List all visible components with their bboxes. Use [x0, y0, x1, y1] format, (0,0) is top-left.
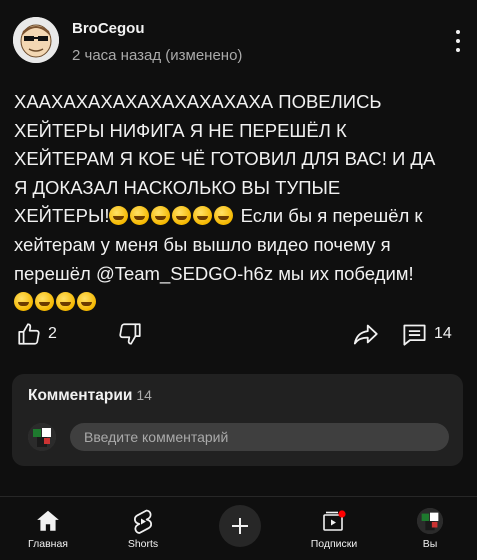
plus-icon [232, 518, 248, 534]
thumbs-up-icon [18, 323, 40, 345]
laughing-emoji-icon [14, 292, 33, 312]
thumbs-down-icon [119, 323, 141, 345]
nav-shorts[interactable]: Shorts [103, 497, 183, 560]
laughing-emoji-icon [77, 292, 96, 312]
post-line: ХААХАХАХАХАХАХАХАХАХА ПОВЕЛИСЬ [14, 91, 382, 112]
post-line: Я ДОКАЗАЛ НАСКОЛЬКО ВЫ ТУПЫЕ [14, 176, 341, 198]
author-avatar[interactable] [13, 17, 59, 63]
comment-icon [403, 324, 426, 346]
laughing-emoji-icon [172, 206, 192, 226]
share-icon [353, 324, 378, 344]
post-actions: 2 14 [0, 316, 477, 352]
comment-count: 14 [434, 325, 452, 342]
post-line: хейтерам у меня бы вышло видео почему я [14, 233, 391, 255]
share-button[interactable] [352, 316, 379, 352]
post-line: перешёл @Team_SEDGO-h6z мы их победим! [14, 262, 414, 284]
post-line: ХЕЙТЕРЫ НИФИГА Я НЕ ПЕРЕШЁЛ К [14, 119, 347, 141]
shorts-icon [134, 509, 152, 534]
laughing-emoji-icon [56, 292, 75, 312]
post-text-fragment: ХЕЙТЕРЫ! [14, 205, 110, 227]
comments-title: Комментарии [28, 387, 133, 404]
post-text-fragment: Если бы я перешёл к [235, 205, 423, 227]
nav-home[interactable]: Главная [8, 497, 88, 560]
post-line-emoji: ХЕЙТЕРЫ! Если бы я перешёл к [14, 202, 464, 231]
nav-you-label: Вы [422, 538, 438, 550]
nav-home-label: Главная [28, 538, 68, 550]
dislike-button[interactable] [117, 316, 143, 352]
subscriptions-icon [323, 510, 346, 531]
more-options-icon[interactable] [448, 26, 468, 56]
nav-subscriptions-label: Подписки [310, 538, 358, 550]
like-button[interactable]: 2 [16, 316, 57, 352]
laughing-emoji-icon [130, 206, 150, 226]
current-user-avatar [28, 423, 56, 451]
comments-section[interactable]: Комментарии 14 Введите комментарий [12, 374, 463, 466]
post-line-emoji-only [14, 288, 464, 317]
author-name[interactable]: BroCegou [72, 20, 145, 37]
post-timestamp: 2 часа назад (изменено) [72, 47, 243, 64]
create-button[interactable] [219, 505, 261, 547]
laughing-emoji-icon [151, 206, 171, 226]
comments-header[interactable]: Комментарии 14 [28, 387, 152, 405]
laughing-emoji-icon [193, 206, 213, 226]
post-body: ХААХАХАХАХАХАХАХАХАХА ПОВЕЛИСЬ ХЕЙТЕРЫ Н… [14, 88, 464, 317]
nav-you[interactable]: Вы [390, 497, 470, 560]
like-count: 2 [48, 325, 57, 342]
nav-subscriptions[interactable]: Подписки [294, 497, 374, 560]
post-line: ХЕЙТЕРАМ Я КОЕ ЧЁ ГОТОВИЛ ДЛЯ ВАС! И ДА [14, 148, 436, 170]
nav-shorts-label: Shorts [127, 538, 159, 550]
comment-input[interactable]: Введите комментарий [70, 423, 449, 451]
laughing-emoji-icon [109, 206, 129, 226]
home-icon [37, 510, 59, 531]
post-header: BroCegou 2 часа назад (изменено) [0, 0, 477, 80]
laughing-emoji-icon [214, 206, 234, 226]
comments-count: 14 [136, 387, 152, 403]
laughing-emoji-icon [35, 292, 54, 312]
comments-button[interactable]: 14 [401, 316, 452, 352]
profile-avatar [417, 508, 443, 534]
bottom-navigation: Главная Shorts Подписки Вы [0, 497, 477, 560]
